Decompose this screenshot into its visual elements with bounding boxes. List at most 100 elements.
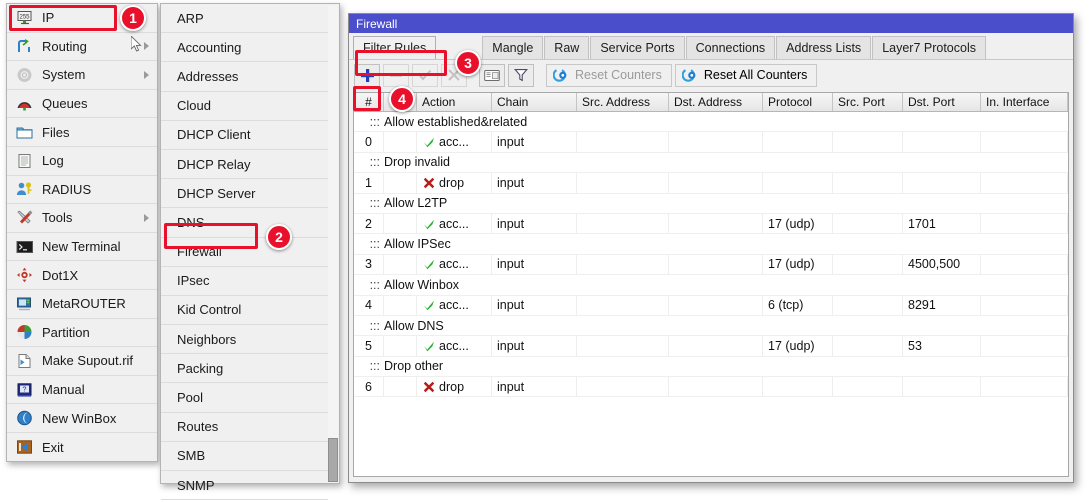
cell-dst-port: [903, 132, 981, 152]
menu-item-queues[interactable]: Queues: [7, 90, 157, 119]
comment-button[interactable]: [479, 63, 505, 87]
table-row[interactable]: 1 drop input: [354, 173, 1068, 194]
tab-mangle[interactable]: Mangle: [482, 36, 544, 59]
submenu-item-addresses[interactable]: Addresses: [161, 62, 328, 92]
tab-layer7-protocols[interactable]: Layer7 Protocols: [872, 36, 986, 59]
cell-src-port: [833, 336, 903, 356]
menu-item-make-supout-rif[interactable]: Make Supout.rif: [7, 347, 157, 376]
menu-item-files[interactable]: Files: [7, 118, 157, 147]
cell-src-port: [833, 377, 903, 397]
remove-rule-button[interactable]: [383, 63, 409, 87]
submenu-item-kid-control[interactable]: Kid Control: [161, 296, 328, 326]
column-header-label: Src. Address: [582, 95, 651, 109]
submenu-item-routes[interactable]: Routes: [161, 413, 328, 442]
table-comment-row[interactable]: ::: Allow L2TP: [354, 194, 1068, 214]
cell-action-label: acc...: [439, 257, 469, 272]
menu-item-tools[interactable]: Tools: [7, 204, 157, 233]
column-header-in-interface[interactable]: In. Interface: [981, 93, 1068, 111]
submenu-item-arp[interactable]: ARP: [161, 4, 328, 34]
tab-service-ports[interactable]: Service Ports: [590, 36, 685, 59]
filter-button[interactable]: [508, 63, 534, 87]
cell-rule-number: 6: [354, 377, 384, 397]
submenu-item-cloud[interactable]: Cloud: [161, 92, 328, 121]
tab-filter-rules[interactable]: Filter Rules: [353, 36, 437, 59]
submenu-scrollbar-track[interactable]: [328, 5, 338, 482]
submenu-item-pool[interactable]: Pool: [161, 383, 328, 413]
firewall-window-title: Firewall: [356, 16, 398, 31]
comment-text: Drop invalid: [384, 155, 451, 170]
submenu-item-accounting[interactable]: Accounting: [161, 33, 328, 63]
reset-all-counters-button[interactable]: Reset All Counters: [674, 63, 818, 87]
cell-dst-address: [669, 132, 763, 152]
column-header-protocol[interactable]: Protocol: [763, 93, 833, 111]
menu-item-log[interactable]: Log: [7, 147, 157, 176]
submenu-item-dhcp-server[interactable]: DHCP Server: [161, 179, 328, 209]
table-comment-row[interactable]: ::: Allow Winbox: [354, 275, 1068, 296]
queues-gauge-icon: [17, 101, 32, 111]
submenu-item-dhcp-client[interactable]: DHCP Client: [161, 121, 328, 150]
submenu-item-firewall[interactable]: Firewall: [161, 238, 328, 267]
table-row[interactable]: 3 acc... input 17 (udp) 4500,500: [354, 254, 1068, 276]
cell-in-interface: [981, 377, 1068, 397]
table-comment-row[interactable]: ::: Drop other: [354, 357, 1068, 378]
table-row[interactable]: 0 acc... input: [354, 132, 1068, 153]
tab-address-lists[interactable]: Address Lists: [776, 36, 872, 59]
cell-action-label: drop: [439, 379, 465, 394]
cell-action: drop: [417, 173, 492, 193]
menu-item-exit[interactable]: Exit: [7, 433, 157, 462]
column-header-action[interactable]: Action: [417, 93, 492, 111]
column-header-src-port[interactable]: Src. Port: [833, 93, 903, 111]
enable-rule-button[interactable]: [412, 63, 438, 87]
column-header-label: Chain: [497, 95, 529, 109]
cell-src-address: [577, 254, 669, 275]
funnel-icon: [514, 69, 528, 82]
table-comment-row[interactable]: ::: Drop invalid: [354, 153, 1068, 174]
menu-item-partition[interactable]: Partition: [7, 319, 157, 348]
column-header-dst-port[interactable]: Dst. Port: [903, 93, 981, 111]
submenu-item-packing[interactable]: Packing: [161, 354, 328, 384]
cell-rule-number: 4: [354, 295, 384, 315]
menu-item-dot1x[interactable]: Dot1X: [7, 261, 157, 290]
firewall-titlebar[interactable]: Firewall: [349, 14, 1073, 33]
table-row[interactable]: 2 acc... input 17 (udp) 1701: [354, 213, 1068, 235]
submenu-item-dhcp-relay[interactable]: DHCP Relay: [161, 150, 328, 180]
menu-item-metarouter[interactable]: MetaROUTER: [7, 290, 157, 319]
tab-connections[interactable]: Connections: [685, 36, 776, 59]
reset-counters-label: Reset Counters: [575, 68, 662, 82]
reset-counters-button[interactable]: Reset Counters: [546, 63, 672, 87]
table-row[interactable]: 5 acc... input 17 (udp) 53: [354, 336, 1068, 357]
menu-item-new-terminal[interactable]: New Terminal: [7, 233, 157, 262]
submenu-item-neighbors[interactable]: Neighbors: [161, 325, 328, 355]
table-header-row: # Action Chain Src. Address Dst. Address Prot…: [354, 93, 1068, 112]
callout-badge-2: 2: [266, 224, 292, 250]
submenu-scrollbar-thumb[interactable]: [328, 438, 338, 482]
submenu-item-smb[interactable]: SMB: [161, 442, 328, 471]
menu-item-new-winbox[interactable]: New WinBox: [7, 404, 157, 433]
cell-in-interface: [981, 295, 1068, 315]
tab-raw[interactable]: Raw: [544, 36, 590, 59]
table-row[interactable]: 4 acc... input 6 (tcp) 8291: [354, 295, 1068, 316]
add-rule-button[interactable]: [354, 63, 380, 87]
menu-item-label: Routing: [42, 38, 87, 54]
column-header-src-address[interactable]: Src. Address: [577, 93, 669, 111]
partition-pie-icon: [15, 323, 35, 341]
table-comment-row[interactable]: ::: Allow established&related: [354, 112, 1068, 133]
cell-dst-port: 4500,500: [903, 254, 981, 275]
submenu-item-ipsec[interactable]: IPsec: [161, 267, 328, 296]
drop-x-icon: [423, 177, 435, 189]
menu-item-manual[interactable]: ? Manual: [7, 376, 157, 405]
submenu-item-snmp[interactable]: SNMP: [161, 471, 328, 501]
menu-item-radius[interactable]: RADIUS: [7, 176, 157, 205]
column-header-chain[interactable]: Chain: [492, 93, 577, 111]
menu-item-system[interactable]: System: [7, 61, 157, 90]
menu-item-label: Queues: [42, 96, 88, 112]
table-comment-row[interactable]: ::: Allow DNS: [354, 316, 1068, 337]
submenu-item-dns[interactable]: DNS: [161, 208, 328, 238]
cell-flags: [384, 295, 417, 315]
cell-protocol: 17 (udp): [763, 336, 833, 356]
cell-protocol: 6 (tcp): [763, 295, 833, 315]
table-row[interactable]: 6 drop input: [354, 377, 1068, 398]
column-header-dst-address[interactable]: Dst. Address: [669, 93, 763, 111]
table-comment-row[interactable]: ::: Allow IPSec: [354, 234, 1068, 255]
column-header-[interactable]: #: [354, 93, 384, 111]
